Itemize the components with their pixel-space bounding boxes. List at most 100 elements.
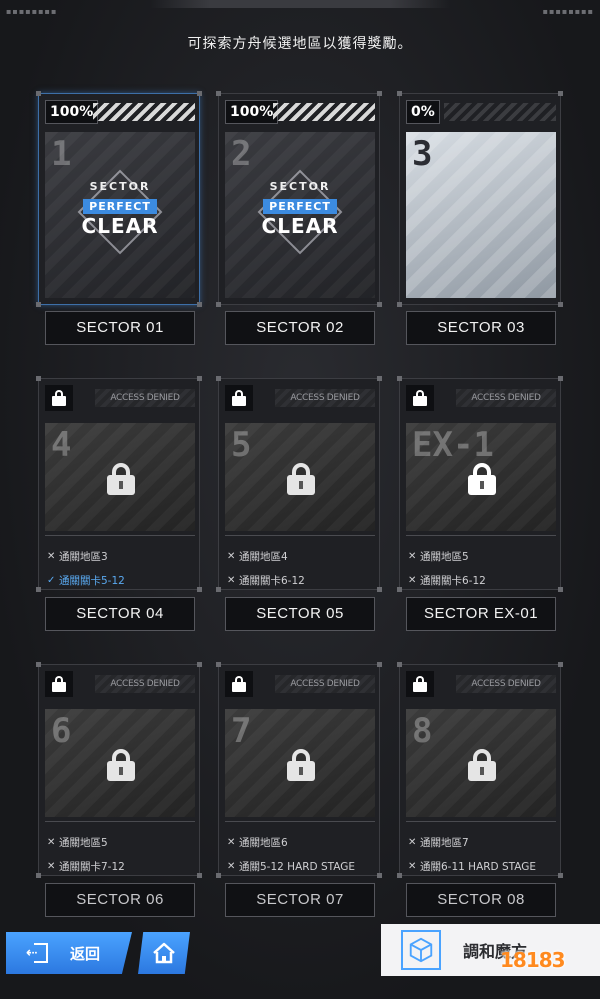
sector-label-02[interactable]: SECTOR 02	[225, 311, 375, 345]
sector-label-08[interactable]: SECTOR 08	[406, 883, 556, 917]
unlock-requirements: ✕ 通關地區3 ✓ 通關關卡5-12	[45, 535, 195, 592]
lock-icon	[107, 463, 135, 495]
lock-icon	[45, 385, 73, 411]
sector-label-04[interactable]: SECTOR 04	[45, 597, 195, 631]
cross-icon: ✕	[408, 574, 417, 586]
access-denied-banner: ACCESS DENIED	[275, 389, 375, 407]
sector-label-06[interactable]: SECTOR 06	[45, 883, 195, 917]
progress-stripes	[93, 103, 195, 121]
exit-door-icon: ⇠	[26, 943, 48, 963]
unlock-requirements: ✕ 通關地區7 ✕ 通關6-11 HARD STAGE	[406, 821, 556, 878]
lock-icon	[406, 385, 434, 411]
unlock-requirements: ✕ 通關地區5 ✕ 通關關卡7-12	[45, 821, 195, 878]
requirement-item: ✕ 通關關卡6-12	[227, 574, 305, 587]
sector-number: 4	[51, 425, 72, 465]
sector-thumbnail: 1 SECTOR PERFECT CLEAR	[45, 132, 195, 298]
sector-label-ex01[interactable]: SECTOR EX-01	[406, 597, 556, 631]
lock-icon	[225, 385, 253, 411]
cube-icon	[401, 930, 441, 970]
access-denied-banner: ACCESS DENIED	[456, 389, 556, 407]
unlock-requirements: ✕ 通關地區4 ✕ 通關關卡6-12	[225, 535, 375, 592]
back-label: 返回	[70, 944, 101, 963]
cross-icon: ✕	[227, 836, 236, 848]
sector-label-01[interactable]: SECTOR 01	[45, 311, 195, 345]
sector-number: 3	[412, 134, 433, 174]
requirement-item: ✕ 通關地區4	[227, 550, 288, 563]
lock-icon	[406, 671, 434, 697]
completion-percent: 0%	[406, 100, 440, 124]
requirement-item: ✕ 通關關卡7-12	[47, 860, 125, 873]
lock-icon	[468, 463, 496, 495]
requirement-item: ✕ 通關6-11 HARD STAGE	[408, 860, 536, 873]
completion-percent: 100%	[225, 100, 279, 124]
sector-thumbnail: EX-1	[406, 423, 556, 531]
requirement-item: ✕ 通關地區6	[227, 836, 288, 849]
cross-icon: ✕	[227, 860, 236, 872]
lock-icon	[225, 671, 253, 697]
requirement-item: ✕ 通關地區7	[408, 836, 469, 849]
sector-card-08[interactable]: ACCESS DENIED 8 ✕ 通關地區7 ✕ 通關6-11 HARD STAG…	[397, 662, 563, 878]
cross-icon: ✕	[227, 574, 236, 586]
cross-icon: ✕	[408, 550, 417, 562]
lock-icon	[287, 463, 315, 495]
home-icon	[153, 942, 175, 964]
access-denied-banner: ACCESS DENIED	[95, 675, 195, 693]
sector-thumbnail: 2 SECTOR PERFECT CLEAR	[225, 132, 375, 298]
sector-thumbnail: 5	[225, 423, 375, 531]
back-button[interactable]: ⇠ 返回	[6, 932, 132, 974]
lock-icon	[45, 671, 73, 697]
access-denied-banner: ACCESS DENIED	[95, 389, 195, 407]
sector-thumbnail: 7	[225, 709, 375, 817]
lock-icon	[287, 749, 315, 781]
cross-icon: ✕	[47, 860, 56, 872]
cross-icon: ✕	[227, 550, 236, 562]
sector-card-06[interactable]: ACCESS DENIED 6 ✕ 通關地區5 ✕ 通關關卡7-12	[36, 662, 202, 878]
sector-thumbnail: 8	[406, 709, 556, 817]
sector-card-03[interactable]: 0% 3	[397, 91, 563, 307]
cross-icon: ✕	[47, 836, 56, 848]
sector-number: EX-1	[412, 425, 494, 465]
progress-stripes	[273, 103, 375, 121]
sector-thumbnail: 6	[45, 709, 195, 817]
completion-percent: 100%	[45, 100, 99, 124]
requirement-item: ✕ 通關關卡6-12	[408, 574, 486, 587]
sector-label-03[interactable]: SECTOR 03	[406, 311, 556, 345]
header-hint: 可探索方舟候選地區以獲得獎勵。	[187, 36, 413, 52]
sector-card-01[interactable]: 100% 1 SECTOR PERFECT CLEAR	[36, 91, 202, 307]
requirement-item: ✕ 通關地區5	[408, 550, 469, 563]
unlock-requirements: ✕ 通關地區6 ✕ 通關5-12 HARD STAGE	[225, 821, 375, 878]
sector-label-07[interactable]: SECTOR 07	[225, 883, 375, 917]
sector-number: 8	[412, 711, 433, 751]
access-denied-banner: ACCESS DENIED	[456, 675, 556, 693]
lock-icon	[107, 749, 135, 781]
sector-card-ex01[interactable]: ACCESS DENIED EX-1 ✕ 通關地區5 ✕ 通關關卡6-12	[397, 376, 563, 592]
top-decoration: ▪▪▪▪▪▪▪▪ ▪▪▪▪▪▪▪▪	[0, 0, 600, 22]
sector-number: 1	[51, 134, 72, 174]
cross-icon: ✕	[408, 836, 417, 848]
cross-icon: ✕	[47, 550, 56, 562]
sector-number: 5	[231, 425, 252, 465]
perfect-clear-badge: SECTOR PERFECT CLEAR	[60, 169, 180, 255]
harmony-cube-button[interactable]: 調和魔方	[381, 924, 600, 976]
sector-thumbnail: 3	[406, 132, 556, 298]
requirement-item: ✕ 通關5-12 HARD STAGE	[227, 860, 355, 873]
sector-card-07[interactable]: ACCESS DENIED 7 ✕ 通關地區6 ✕ 通關5-12 HARD STAG…	[216, 662, 382, 878]
access-denied-banner: ACCESS DENIED	[275, 675, 375, 693]
watermark-logo: 18183	[500, 948, 566, 972]
requirement-item: ✓ 通關關卡5-12	[47, 574, 125, 587]
sector-card-05[interactable]: ACCESS DENIED 5 ✕ 通關地區4 ✕ 通關關卡6-12	[216, 376, 382, 592]
cross-icon: ✕	[408, 860, 417, 872]
home-button[interactable]	[138, 932, 190, 974]
sector-card-04[interactable]: ACCESS DENIED 4 ✕ 通關地區3 ✓ 通關關卡5-12	[36, 376, 202, 592]
sector-number: 2	[231, 134, 252, 174]
lock-icon	[468, 749, 496, 781]
check-icon: ✓	[47, 574, 56, 586]
sector-card-02[interactable]: 100% 2 SECTOR PERFECT CLEAR	[216, 91, 382, 307]
sector-label-05[interactable]: SECTOR 05	[225, 597, 375, 631]
requirement-item: ✕ 通關地區5	[47, 836, 108, 849]
unlock-requirements: ✕ 通關地區5 ✕ 通關關卡6-12	[406, 535, 556, 592]
sector-number: 7	[231, 711, 252, 751]
sector-number: 6	[51, 711, 72, 751]
sector-thumbnail: 4	[45, 423, 195, 531]
requirement-item: ✕ 通關地區3	[47, 550, 108, 563]
